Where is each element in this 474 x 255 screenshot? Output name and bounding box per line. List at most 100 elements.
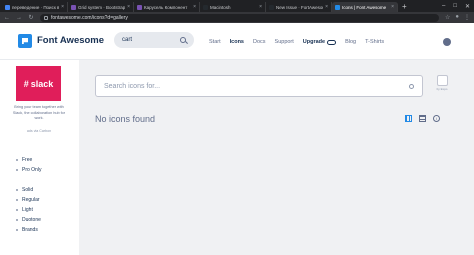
tab-strip: переведение · Поиск в × Grid system · Boot… [2, 2, 398, 12]
reload-icon[interactable]: ↻ [28, 14, 34, 21]
ad-via-carbon[interactable]: ads via Carbon [12, 129, 66, 133]
slack-hash-icon: # [23, 78, 29, 89]
favicon-icon [71, 4, 76, 10]
favicon-icon [137, 4, 142, 10]
tab-title: New Issue · FortAwesome [276, 4, 323, 10]
menu-icon[interactable]: ⋮ [464, 14, 470, 21]
url-text: fontawesome.com/icons?d=gallery [51, 14, 128, 21]
info-icon[interactable]: i [433, 115, 440, 122]
browser-tab[interactable]: Icons | Font Awesome × [332, 2, 398, 12]
window-controls: – □ ✕ [442, 0, 474, 12]
browser-tab-bar: переведение · Поиск в × Grid system · Boot… [0, 0, 474, 12]
filter-group-license: Free Pro Only [16, 155, 76, 175]
slack-wordmark: slack [30, 78, 54, 89]
bullet-icon [16, 229, 18, 231]
url-field[interactable]: fontawesome.com/icons?d=gallery [40, 13, 439, 22]
icon-search-input[interactable]: Search icons for... [95, 75, 423, 97]
filter-free[interactable]: Free [16, 155, 76, 165]
profile-icon[interactable]: ● [455, 14, 459, 21]
back-icon[interactable]: ← [4, 15, 10, 21]
new-tab-button[interactable]: + [398, 2, 411, 12]
by-expo-badge[interactable]: by Expo [433, 75, 451, 91]
nav-upgrade[interactable]: Upgrade [302, 39, 337, 45]
filter-group-style: Solid Regular Light Duotone Brands [16, 185, 76, 235]
expo-icon [436, 75, 448, 86]
search-icon[interactable] [180, 37, 186, 43]
favicon-icon [335, 4, 340, 10]
filter-solid[interactable]: Solid [16, 185, 76, 195]
filter-brands[interactable]: Brands [16, 225, 76, 235]
site-header: Font Awesome cart Start Icons Docs Support … [0, 23, 474, 60]
user-avatar-icon[interactable] [443, 38, 451, 46]
tab-title: переведение · Поиск в [12, 4, 60, 10]
filter-light[interactable]: Light [16, 205, 76, 215]
nav-blog[interactable]: Blog [345, 39, 356, 45]
header-search-value: cart [122, 37, 133, 43]
header-search-input[interactable]: cart [114, 32, 194, 48]
main-nav: Start Icons Docs Support Upgrade Blog T-Shir… [209, 39, 393, 45]
browser-tab[interactable]: New Issue · FortAwesome× [266, 2, 332, 12]
lock-icon [44, 15, 48, 20]
by-expo-label: by Expo [436, 87, 448, 91]
filter-label: Pro Only [22, 167, 42, 173]
filter-duotone[interactable]: Duotone [16, 215, 76, 225]
close-tab-icon[interactable]: × [259, 4, 262, 10]
nav-support[interactable]: Support [275, 39, 294, 45]
tab-title: Grid system · Bootstrap [78, 4, 126, 10]
search-icon [409, 83, 414, 89]
forward-icon[interactable]: → [16, 15, 22, 21]
filter-label: Regular [22, 197, 40, 203]
tab-title: Карусель Компонент [144, 4, 188, 10]
favicon-icon [5, 4, 10, 10]
nav-docs[interactable]: Docs [253, 39, 266, 45]
favicon-icon [269, 4, 274, 10]
empty-message: No icons found [95, 114, 156, 124]
filter-label: Brands [22, 227, 38, 233]
view-toggles: i [405, 115, 440, 122]
filter-label: Duotone [22, 217, 41, 223]
nav-upgrade-label: Upgrade [302, 39, 326, 45]
ad-description[interactable]: Bring your team together with Slack, the… [12, 105, 66, 122]
grid-view-icon[interactable] [405, 115, 412, 122]
nav-t-shirts[interactable]: T-Shirts [365, 39, 384, 45]
brand-name[interactable]: Font Awesome [37, 35, 104, 46]
star-icon[interactable]: ☆ [445, 14, 450, 21]
browser-tab[interactable]: Карусель Компонент × [134, 2, 200, 12]
list-view-icon[interactable] [419, 115, 426, 122]
bullet-icon [16, 159, 18, 161]
tab-title: Icons | Font Awesome [342, 4, 387, 10]
browser-actions: ☆ ● ⋮ [445, 14, 470, 21]
browser-tab[interactable]: переведение · Поиск в × [2, 2, 68, 12]
sidebar: # slack Bring your team together with Sl… [0, 60, 79, 255]
nav-right: Blog T-Shirts [345, 39, 393, 45]
main-content: Search icons for... by Expo No icons fou… [79, 60, 474, 255]
filter-regular[interactable]: Regular [16, 195, 76, 205]
bullet-icon [16, 209, 18, 211]
close-tab-icon[interactable]: × [127, 4, 130, 10]
browser-tab[interactable]: Macintosh × [200, 2, 266, 12]
toggle-icon [327, 39, 337, 45]
filter-list: Free Pro Only Solid Regular Light Duotone Bra… [16, 155, 76, 235]
close-tab-icon[interactable]: × [61, 4, 64, 10]
address-bar: ← → ↻ fontawesome.com/icons?d=gallery ☆ … [0, 12, 474, 23]
nav-start[interactable]: Start [209, 39, 221, 45]
browser-tab[interactable]: Grid system · Bootstrap × [68, 2, 134, 12]
close-window-icon[interactable]: ✕ [465, 3, 470, 10]
close-tab-icon[interactable]: × [391, 4, 394, 10]
nav-left: Start Icons Docs Support [209, 39, 303, 45]
bullet-icon [16, 169, 18, 171]
favicon-icon [203, 4, 208, 10]
close-tab-icon[interactable]: × [193, 4, 196, 10]
tab-title: Macintosh [210, 4, 231, 10]
filter-label: Free [22, 157, 33, 163]
ad-slack-logo[interactable]: # slack [16, 66, 61, 101]
filter-label: Light [22, 207, 33, 213]
bullet-icon [16, 219, 18, 221]
minimize-icon[interactable]: – [442, 3, 445, 9]
font-awesome-logo-icon[interactable] [18, 34, 32, 48]
close-tab-icon[interactable]: × [325, 4, 328, 10]
bullet-icon [16, 199, 18, 201]
filter-pro-only[interactable]: Pro Only [16, 165, 76, 175]
nav-icons[interactable]: Icons [230, 39, 244, 45]
maximize-icon[interactable]: □ [453, 3, 457, 9]
